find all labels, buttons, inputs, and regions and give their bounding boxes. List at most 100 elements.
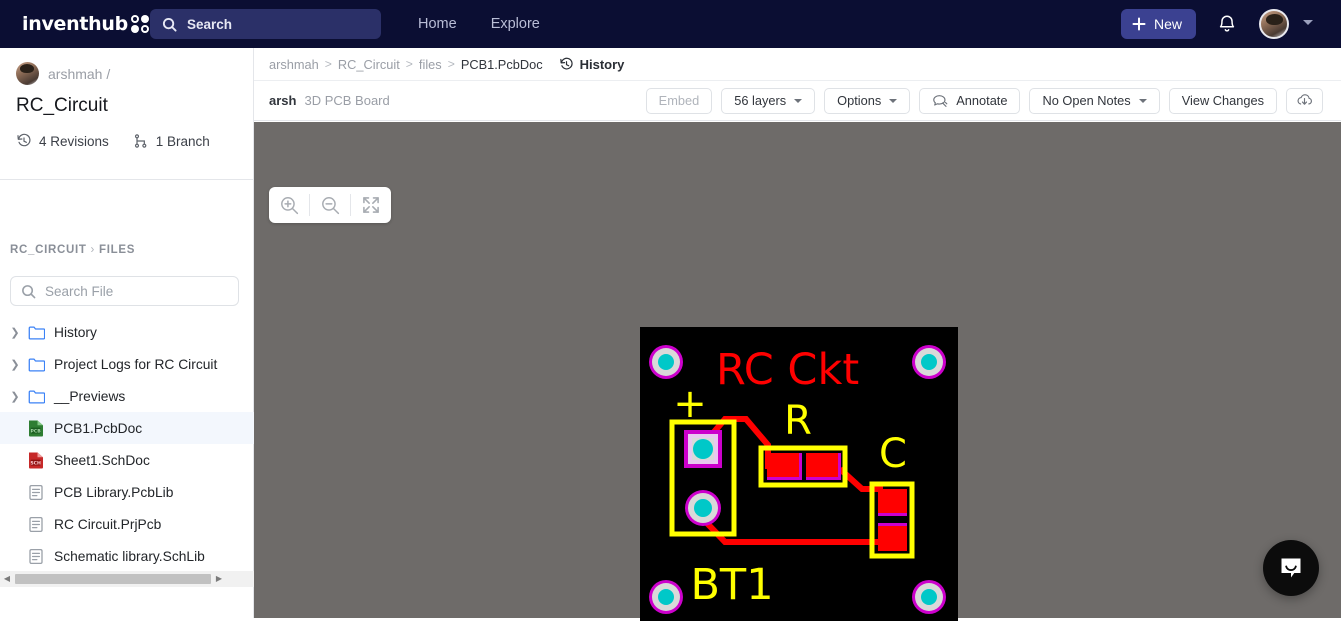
new-button[interactable]: New — [1120, 9, 1196, 39]
chevron-right-icon[interactable]: ❯ — [8, 326, 22, 339]
page-title: RC_Circuit — [16, 95, 108, 116]
search-icon — [162, 17, 177, 32]
breadcrumb-item-3[interactable]: PCB1.PcbDoc — [461, 57, 543, 72]
pcb-viewer-canvas[interactable]: RC Ckt + R C BT1 — [254, 122, 1341, 621]
zoom-out-button[interactable] — [310, 187, 350, 223]
search-file-input[interactable]: Search File — [10, 276, 239, 306]
list-item-pcb1[interactable]: ❯ PCB PCB1.PcbDoc — [0, 412, 254, 444]
breadcrumb-item-1[interactable]: RC_Circuit — [338, 57, 400, 72]
scroll-right-arrow-icon[interactable]: ▶ — [212, 575, 226, 583]
chat-bubble-icon — [1281, 558, 1301, 578]
logo-text: inventhub — [22, 13, 128, 35]
expand-icon — [363, 197, 379, 213]
project-owner[interactable]: arshmah / — [16, 62, 237, 85]
fullscreen-button[interactable] — [351, 187, 391, 223]
inventhub-logo[interactable]: inventhub — [22, 13, 150, 35]
embed-button[interactable]: Embed — [645, 87, 713, 114]
silk-battery-label: BT1 — [690, 560, 773, 610]
list-item-label: PCB Library.PcbLib — [54, 484, 174, 500]
file-tree: ❯ History ❯ Project Logs for RC Circuit … — [0, 316, 254, 572]
bell-icon[interactable] — [1216, 13, 1238, 35]
intercom-chat-button[interactable] — [1263, 540, 1319, 596]
options-label: Options — [837, 93, 882, 108]
list-item-label: Project Logs for RC Circuit — [54, 356, 218, 372]
download-cloud-icon — [1297, 94, 1312, 105]
breadcrumb-sep: > — [447, 57, 455, 71]
silk-capacitor-label: C — [879, 431, 907, 477]
search-input[interactable]: Search — [150, 9, 381, 39]
breadcrumb-item-0[interactable]: arshmah — [269, 57, 319, 72]
list-item[interactable]: ❯ RC Circuit.PrjPcb — [0, 508, 254, 540]
search-placeholder: Search — [187, 16, 233, 32]
scroll-left-arrow-icon[interactable]: ◀ — [0, 575, 14, 583]
project-header: arshmah / RC_Circuit 4 Revisions 1 Branc… — [0, 48, 253, 149]
download-button[interactable] — [1286, 87, 1323, 114]
breadcrumb-sep: > — [324, 57, 332, 71]
mounting-pad-top-right — [912, 345, 946, 379]
layers-dropdown[interactable]: 56 layers — [721, 87, 816, 114]
list-item-sheet1[interactable]: ❯ SCH Sheet1.SchDoc — [0, 444, 254, 476]
breadcrumb-item-2[interactable]: files — [419, 57, 442, 72]
list-item-label: History — [54, 324, 97, 340]
search-icon — [22, 284, 36, 298]
notes-dropdown[interactable]: No Open Notes — [1029, 87, 1160, 114]
document-icon — [25, 484, 47, 501]
layers-label: 56 layers — [734, 93, 787, 108]
options-dropdown[interactable]: Options — [824, 87, 911, 114]
files-breadcrumb-sep: › — [90, 244, 96, 256]
project-meta: 4 Revisions 1 Branch — [16, 133, 237, 149]
silk-plus: + — [673, 381, 707, 427]
document-icon — [25, 516, 47, 533]
files-breadcrumb-leaf: FILES — [98, 244, 136, 256]
zoom-out-icon — [321, 196, 339, 214]
mounting-pad-top-left — [649, 345, 683, 379]
branch-stat[interactable]: 1 Branch — [133, 133, 210, 149]
list-item-label: __Previews — [54, 388, 126, 404]
revisions-stat[interactable]: 4 Revisions — [16, 133, 109, 149]
list-item[interactable]: ❯ __Previews — [0, 380, 254, 412]
toolbar-actions: Embed 56 layers Options Annotate No Open… — [645, 87, 1323, 114]
chevron-down-icon — [889, 98, 898, 103]
chevron-down-icon — [1138, 98, 1147, 103]
list-item-label: Sheet1.SchDoc — [54, 452, 150, 468]
folder-icon — [25, 357, 47, 372]
zoom-in-button[interactable] — [269, 187, 309, 223]
svg-text:SCH: SCH — [30, 460, 41, 466]
new-button-label: New — [1153, 16, 1182, 32]
chevron-right-icon[interactable]: ❯ — [8, 358, 22, 371]
avatar[interactable] — [1259, 9, 1289, 39]
toolbar-user: arsh — [269, 93, 297, 108]
owner-name: arshmah / — [48, 65, 111, 82]
nav-home[interactable]: Home — [418, 16, 457, 32]
pcb-file-icon: PCB — [25, 419, 47, 437]
list-item-label: Schematic library.SchLib — [54, 548, 205, 564]
list-item[interactable]: ❯ PCB Library.PcbLib — [0, 476, 254, 508]
mounting-pad-bottom-left — [649, 580, 683, 614]
list-item[interactable]: ❯ Schematic library.SchLib — [0, 540, 254, 572]
nav-explore[interactable]: Explore — [491, 16, 540, 32]
plus-icon — [1132, 17, 1146, 31]
sidebar: arshmah / RC_Circuit 4 Revisions 1 Branc… — [0, 48, 254, 618]
owner-avatar — [16, 62, 39, 85]
sidebar-horizontal-scrollbar[interactable]: ◀ ▶ — [0, 571, 254, 587]
list-item[interactable]: ❯ History — [0, 316, 254, 348]
branch-icon — [134, 134, 147, 148]
main-content: arshmah > RC_Circuit > files > PCB1.PcbD… — [254, 48, 1341, 621]
folder-icon — [25, 389, 47, 404]
annotate-button[interactable]: Annotate — [919, 87, 1021, 114]
history-label: History — [579, 56, 625, 72]
chevron-right-icon[interactable]: ❯ — [8, 390, 22, 403]
history-button[interactable]: History — [559, 56, 625, 72]
view-changes-button[interactable]: View Changes — [1168, 87, 1277, 114]
silk-title: RC Ckt — [716, 345, 859, 395]
four-dots-icon — [130, 14, 150, 34]
pcb-board-render[interactable]: RC Ckt + R C BT1 — [640, 327, 958, 621]
folder-icon — [25, 325, 47, 340]
document-icon — [25, 548, 47, 565]
list-item-label: PCB1.PcbDoc — [54, 420, 143, 436]
sidebar-divider — [0, 179, 254, 180]
sch-file-icon: SCH — [25, 451, 47, 469]
list-item[interactable]: ❯ Project Logs for RC Circuit — [0, 348, 254, 380]
scrollbar-thumb[interactable] — [15, 574, 211, 584]
chevron-down-icon[interactable] — [1303, 20, 1313, 25]
